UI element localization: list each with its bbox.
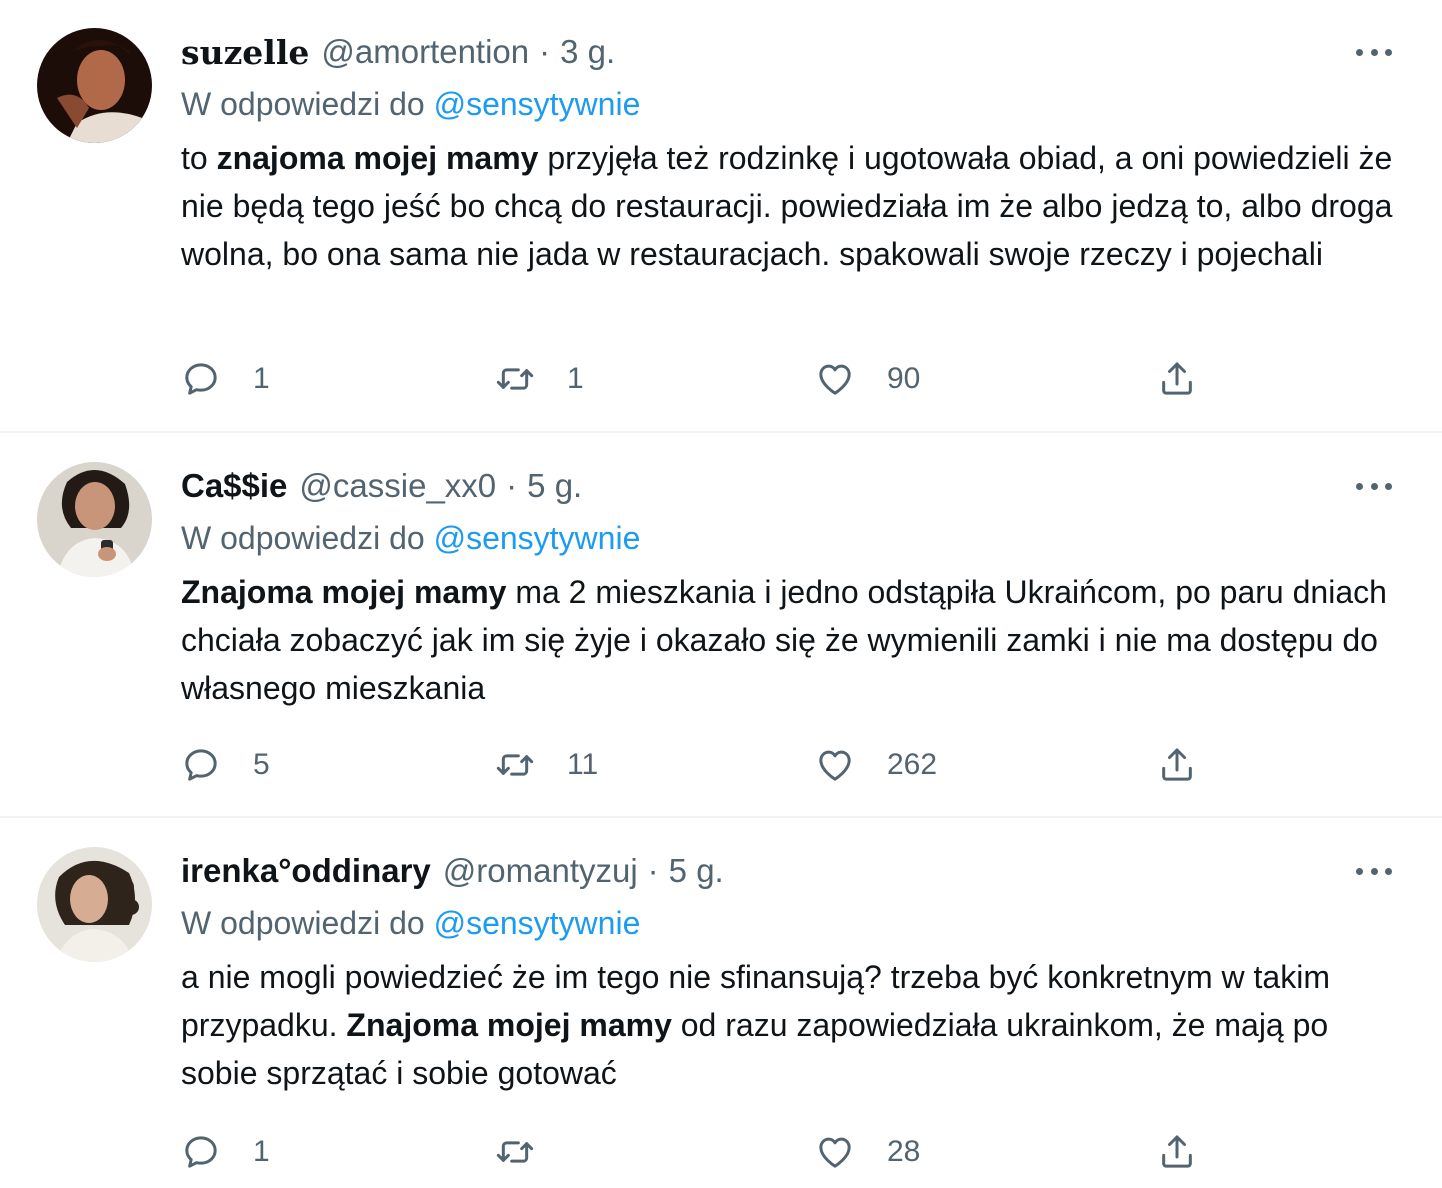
speech-bubble-icon <box>185 749 217 781</box>
timestamp[interactable]: 5 g. <box>527 467 582 505</box>
heart-outline-icon <box>819 364 851 395</box>
more-dots-icon[interactable] <box>1352 474 1396 498</box>
like-count: 262 <box>887 748 938 781</box>
reply-button[interactable]: 1 <box>181 1128 270 1176</box>
share-button[interactable] <box>1157 741 1197 789</box>
tweet-header: irenka°oddinary @romantyzuj · 5 g. <box>181 846 724 896</box>
timestamp[interactable]: 5 g. <box>669 852 724 890</box>
tweet-text-part: to <box>181 140 217 176</box>
reply-context: W odpowiedzi do @sensytywnie <box>181 520 640 557</box>
tweet[interactable]: suzelle @amortention · 3 g. W odpowiedzi… <box>0 0 1442 432</box>
avatar[interactable] <box>37 847 152 962</box>
separator-dot: · <box>647 852 659 889</box>
tweet-actions: 1 28 <box>181 1128 1221 1176</box>
reply-prefix: W odpowiedzi do <box>181 520 425 556</box>
avatar-image <box>37 28 152 143</box>
share-button[interactable] <box>1157 355 1197 403</box>
reply-prefix: W odpowiedzi do <box>181 86 425 122</box>
reply-button[interactable]: 5 <box>181 741 270 789</box>
reply-count: 1 <box>253 1135 270 1168</box>
tweet-text-bold: Znajoma mojej mamy <box>181 574 507 610</box>
like-button[interactable]: 262 <box>815 741 937 789</box>
reply-mention-link[interactable]: @sensytywnie <box>434 905 641 941</box>
retweet-arrows-icon <box>496 368 534 390</box>
more-dots-icon[interactable] <box>1352 40 1396 64</box>
share-upload-icon <box>1162 748 1192 781</box>
tweet-actions: 1 1 90 <box>181 355 1221 403</box>
timestamp[interactable]: 3 g. <box>560 33 615 71</box>
user-handle[interactable]: @cassie_xx0 <box>299 467 496 505</box>
retweet-count: 1 <box>567 362 584 395</box>
like-count: 90 <box>887 362 921 395</box>
avatar[interactable] <box>37 28 152 143</box>
display-name[interactable]: irenka°oddinary <box>181 852 431 890</box>
tweet-header: Ca$$ie @cassie_xx0 · 5 g. <box>181 461 582 511</box>
like-button[interactable]: 28 <box>815 1128 920 1176</box>
tweet-text: to znajoma mojej mamy przyjęła też rodzi… <box>181 134 1401 278</box>
tweet[interactable]: Ca$$ie @cassie_xx0 · 5 g. W odpowiedzi d… <box>0 433 1442 817</box>
like-count: 28 <box>887 1135 921 1168</box>
share-button[interactable] <box>1157 1128 1197 1176</box>
tweet-text-bold: Znajoma mojej mamy <box>346 1007 672 1043</box>
heart-outline-icon <box>819 1137 851 1168</box>
tweet[interactable]: irenka°oddinary @romantyzuj · 5 g. W odp… <box>0 818 1442 1188</box>
like-button[interactable]: 90 <box>815 355 920 403</box>
avatar-image <box>37 847 152 962</box>
retweet-arrows-icon <box>496 1141 534 1163</box>
reply-count: 1 <box>253 362 270 395</box>
tweet-text-bold: znajoma mojej mamy <box>216 140 539 176</box>
retweet-arrows-icon <box>496 754 534 776</box>
reply-prefix: W odpowiedzi do <box>181 905 425 941</box>
separator-dot: · <box>506 467 518 504</box>
user-handle[interactable]: @romantyzuj <box>443 852 638 890</box>
separator-dot: · <box>539 33 551 70</box>
heart-outline-icon <box>819 750 851 781</box>
share-upload-icon <box>1162 362 1192 395</box>
avatar-image <box>37 462 152 577</box>
reply-mention-link[interactable]: @sensytywnie <box>434 86 641 122</box>
reply-context: W odpowiedzi do @sensytywnie <box>181 86 640 123</box>
speech-bubble-icon <box>185 363 217 395</box>
tweet-actions: 5 11 262 <box>181 741 1221 789</box>
display-name[interactable]: suzelle <box>181 33 309 72</box>
retweet-button[interactable] <box>495 1128 567 1176</box>
retweet-button[interactable]: 1 <box>495 355 584 403</box>
tweet-header: suzelle @amortention · 3 g. <box>181 27 615 77</box>
retweet-count: 11 <box>567 748 599 781</box>
reply-mention-link[interactable]: @sensytywnie <box>434 520 641 556</box>
avatar[interactable] <box>37 462 152 577</box>
tweet-text: a nie mogli powiedzieć że im tego nie sf… <box>181 953 1401 1097</box>
display-name[interactable]: Ca$$ie <box>181 467 287 505</box>
speech-bubble-icon <box>185 1136 217 1168</box>
reply-context: W odpowiedzi do @sensytywnie <box>181 905 640 942</box>
share-upload-icon <box>1162 1135 1192 1168</box>
more-dots-icon[interactable] <box>1352 859 1396 883</box>
reply-count: 5 <box>253 748 270 781</box>
retweet-button[interactable]: 11 <box>495 741 598 789</box>
tweet-text: Znajoma mojej mamy ma 2 mieszkania i jed… <box>181 568 1401 712</box>
reply-button[interactable]: 1 <box>181 355 270 403</box>
user-handle[interactable]: @amortention <box>321 33 529 71</box>
